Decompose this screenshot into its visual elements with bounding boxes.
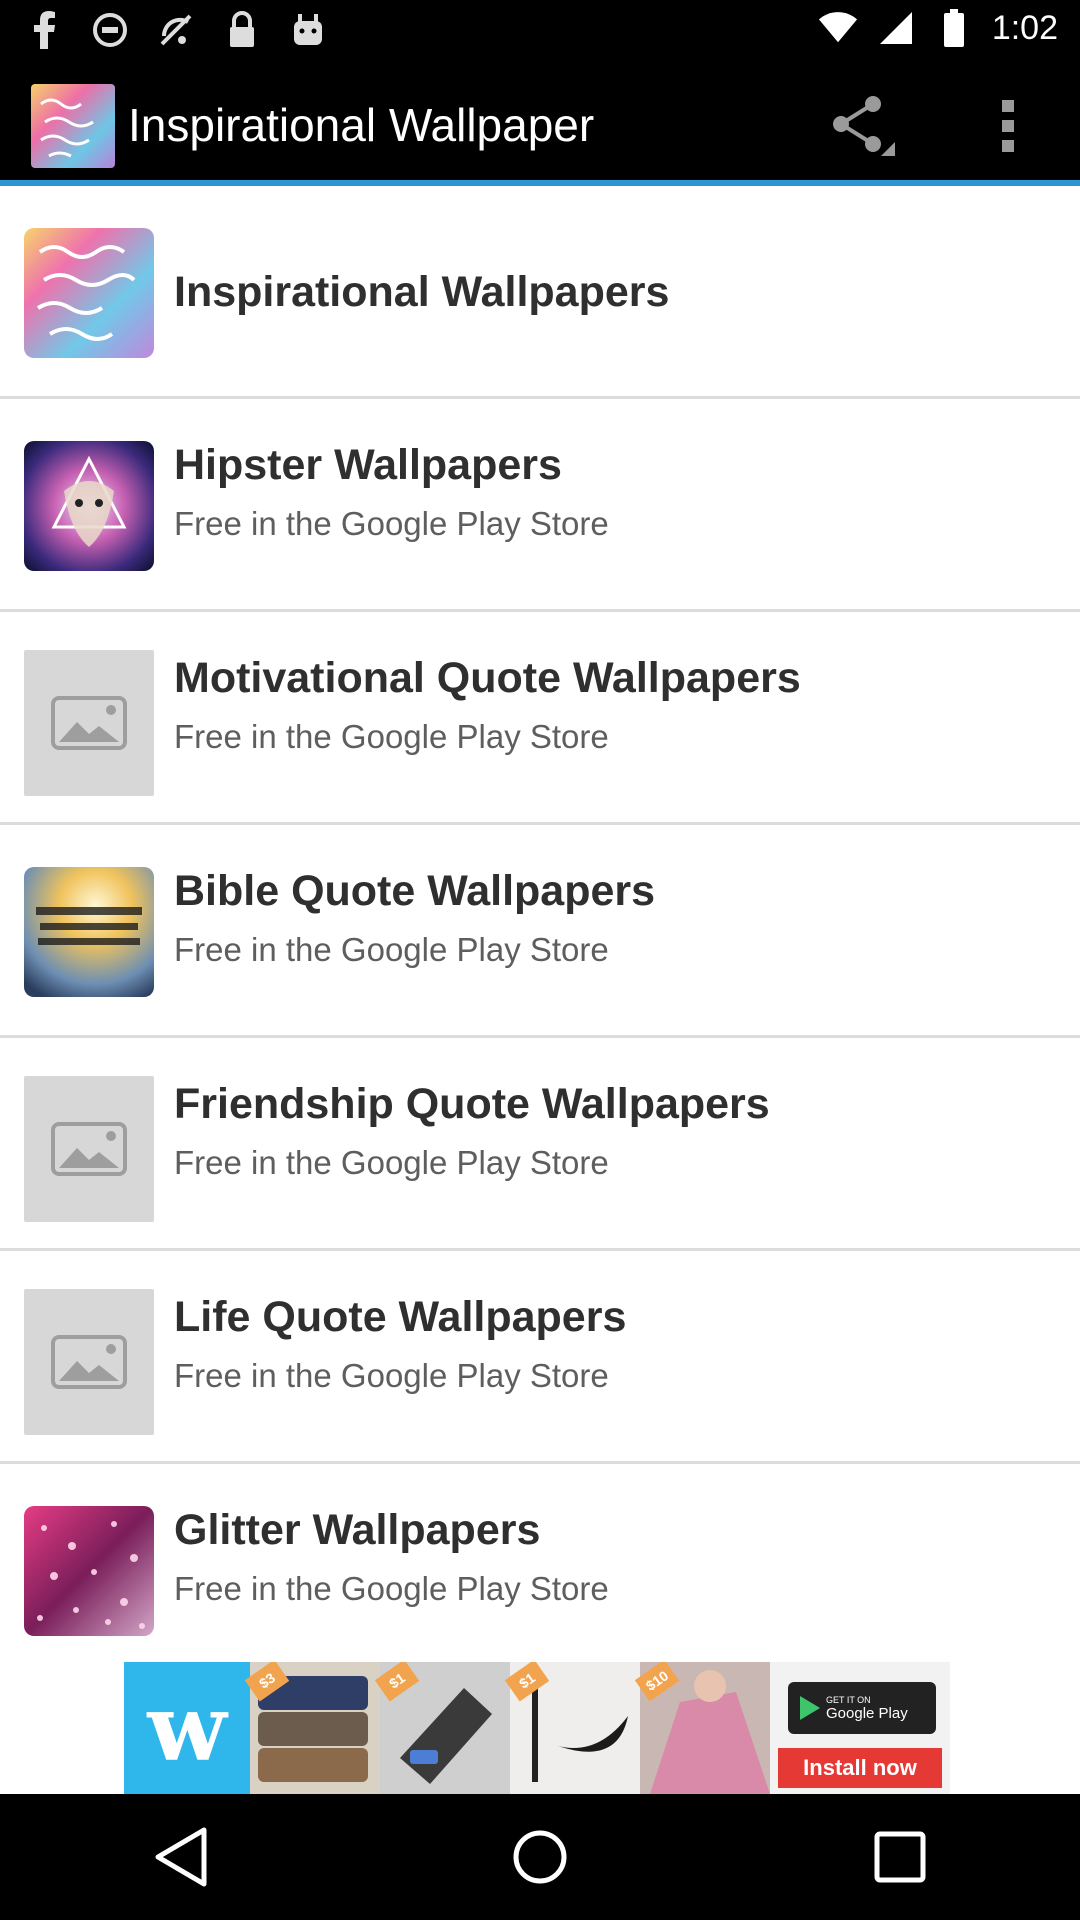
google-play-icon bbox=[800, 1696, 820, 1720]
list-item-title: Glitter Wallpapers bbox=[174, 1506, 541, 1554]
list-item-subtitle: Free in the Google Play Store bbox=[174, 931, 609, 968]
navigation-bar bbox=[0, 1794, 1080, 1920]
system-icons: 1:02 bbox=[818, 8, 1058, 48]
bible-thumb bbox=[24, 867, 154, 997]
no-signal-icon bbox=[156, 10, 196, 50]
list-item-title: Bible Quote Wallpapers bbox=[174, 867, 656, 915]
install-now-button[interactable]: Install now bbox=[778, 1748, 942, 1788]
ad-product-charger: $1 bbox=[374, 1662, 510, 1794]
clock: 1:02 bbox=[991, 8, 1058, 47]
list-item-subtitle: Free in the Google Play Store bbox=[174, 1357, 609, 1394]
app-list: Inspirational Wallpapers Hipster Wallpap… bbox=[0, 186, 1080, 1662]
ad-product-clothing: $10 bbox=[634, 1662, 770, 1794]
badge-small-text: GET IT ON bbox=[826, 1694, 871, 1705]
google-play-badge[interactable]: GET IT ON Google Play bbox=[788, 1682, 936, 1734]
ad-banner[interactable]: w $3 $1 $1 $10 GET IT ON Google Play Ins… bbox=[0, 1662, 1080, 1794]
ad-product-towels: $3 bbox=[244, 1662, 380, 1794]
overflow-menu-button[interactable] bbox=[980, 88, 1036, 164]
notification-icons bbox=[24, 10, 328, 50]
list-item-subtitle: Free in the Google Play Store bbox=[174, 1144, 609, 1181]
ad-content[interactable]: w $3 $1 $1 $10 GET IT ON Google Play Ins… bbox=[124, 1662, 960, 1794]
hipster-thumb bbox=[24, 441, 154, 571]
action-bar: Inspirational Wallpaper bbox=[0, 62, 1080, 186]
app-title: Inspirational Wallpaper bbox=[128, 99, 595, 151]
list-item[interactable]: Friendship Quote Wallpapers Free in the … bbox=[0, 1038, 1080, 1251]
battery-icon bbox=[934, 8, 974, 48]
glitter-thumb bbox=[24, 1506, 154, 1636]
recents-button[interactable] bbox=[840, 1807, 960, 1907]
android-icon bbox=[288, 10, 328, 50]
status-bar: 1:02 bbox=[0, 0, 1080, 62]
list-item-subtitle: Free in the Google Play Store bbox=[174, 505, 609, 542]
list-item[interactable]: Life Quote Wallpapers Free in the Google… bbox=[0, 1251, 1080, 1464]
list-item[interactable]: Inspirational Wallpapers bbox=[0, 186, 1080, 399]
list-item-title: Hipster Wallpapers bbox=[174, 441, 562, 489]
placeholder-image-icon bbox=[24, 1076, 154, 1222]
ad-product-brush: $1 bbox=[504, 1662, 640, 1794]
badge-large-text: Google Play bbox=[826, 1704, 908, 1722]
share-button[interactable] bbox=[816, 88, 908, 164]
cell-signal-icon bbox=[876, 8, 916, 48]
placeholder-image-icon bbox=[24, 1289, 154, 1435]
home-button[interactable] bbox=[480, 1807, 600, 1907]
wish-logo-icon: w bbox=[124, 1662, 250, 1794]
placeholder-image-icon bbox=[24, 650, 154, 796]
list-item-title: Life Quote Wallpapers bbox=[174, 1293, 627, 1341]
list-item-title: Friendship Quote Wallpapers bbox=[174, 1080, 770, 1128]
ad-cta[interactable]: GET IT ON Google Play Install now bbox=[770, 1662, 950, 1794]
facebook-icon bbox=[24, 10, 64, 50]
list-item[interactable]: Glitter Wallpapers Free in the Google Pl… bbox=[0, 1464, 1080, 1662]
home-icon bbox=[513, 1830, 567, 1884]
share-icon bbox=[833, 96, 895, 156]
list-item-title: Inspirational Wallpapers bbox=[174, 268, 670, 316]
list-item[interactable]: Bible Quote Wallpapers Free in the Googl… bbox=[0, 825, 1080, 1038]
list-item-subtitle: Free in the Google Play Store bbox=[174, 718, 609, 755]
blocked-icon bbox=[90, 10, 130, 50]
list-item[interactable]: Motivational Quote Wallpapers Free in th… bbox=[0, 612, 1080, 825]
list-item[interactable]: Hipster Wallpapers Free in the Google Pl… bbox=[0, 399, 1080, 612]
back-button[interactable] bbox=[120, 1807, 240, 1907]
inspirational-thumb bbox=[24, 228, 154, 358]
lock-icon bbox=[222, 10, 262, 50]
back-icon bbox=[155, 1827, 207, 1887]
app-logo-icon bbox=[31, 84, 115, 168]
wifi-icon bbox=[818, 8, 858, 48]
list-item-title: Motivational Quote Wallpapers bbox=[174, 654, 801, 702]
list-item-subtitle: Free in the Google Play Store bbox=[174, 1570, 609, 1607]
recents-icon bbox=[874, 1831, 926, 1883]
more-vert-icon bbox=[1002, 100, 1014, 152]
